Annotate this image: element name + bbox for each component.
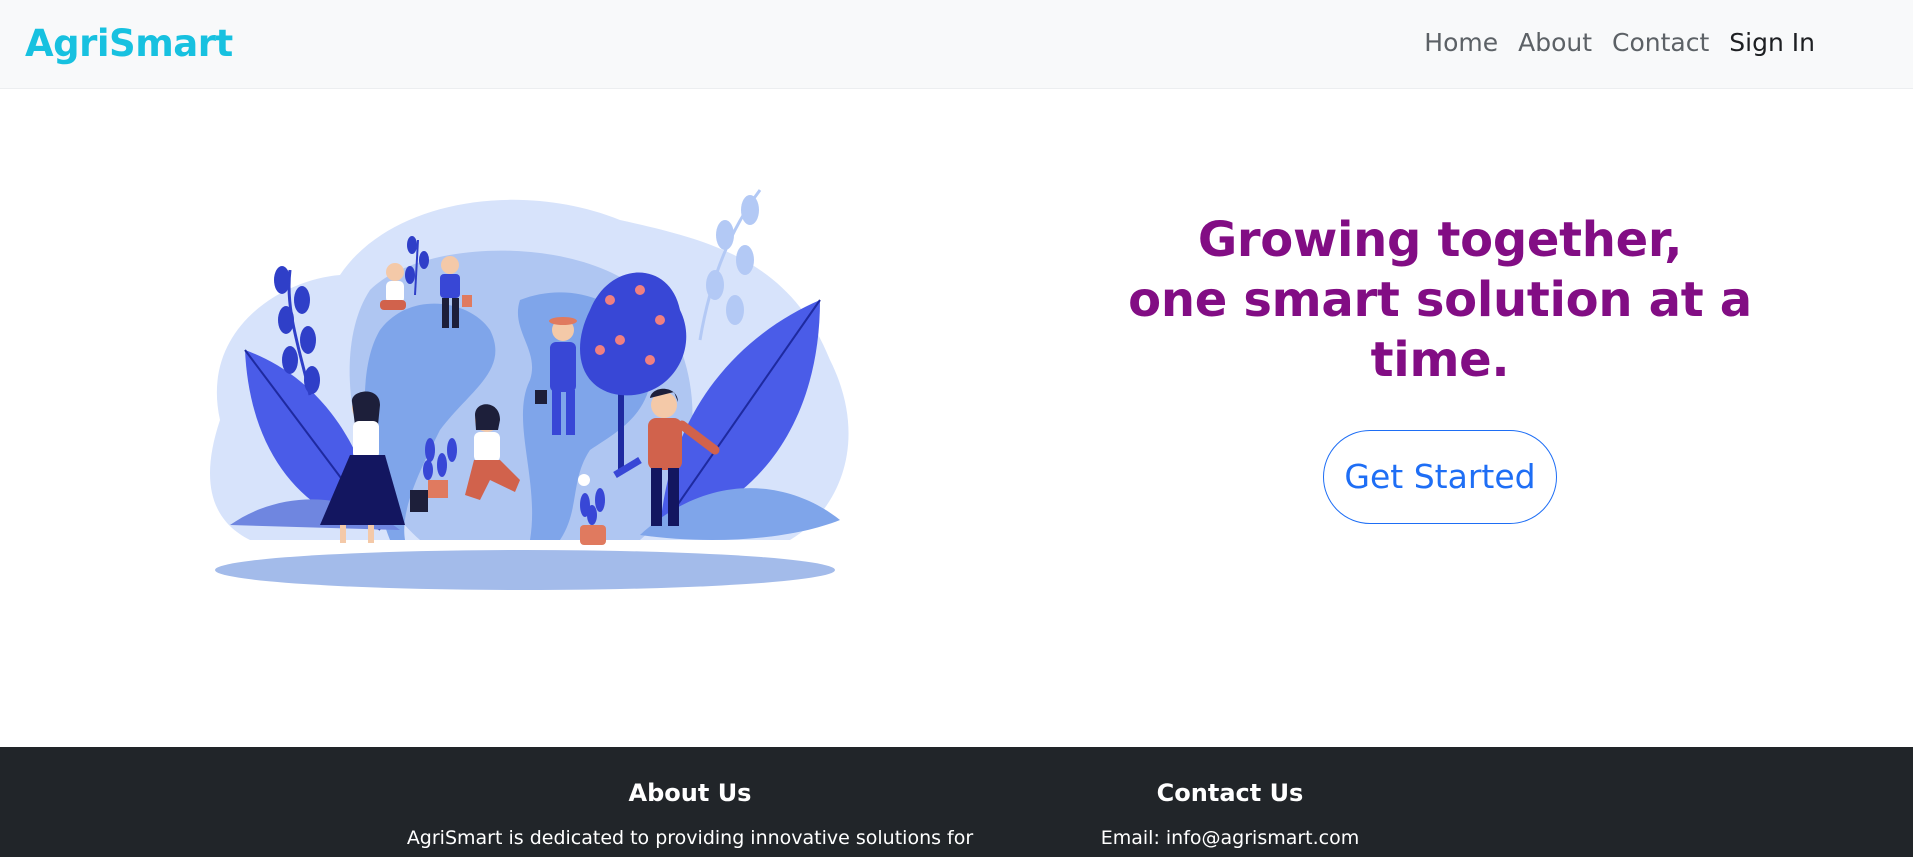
nav-about-link[interactable]: About bbox=[1518, 28, 1592, 57]
footer-contact: Contact Us Email: info@agrismart.com bbox=[1030, 779, 1430, 853]
footer-about: About Us AgriSmart is dedicated to provi… bbox=[400, 779, 980, 853]
brand-logo[interactable]: AgriSmart bbox=[25, 22, 233, 65]
nav-signin-link[interactable]: Sign In bbox=[1729, 28, 1815, 57]
site-footer: About Us AgriSmart is dedicated to provi… bbox=[0, 747, 1913, 857]
get-started-button[interactable]: Get Started bbox=[1323, 430, 1557, 524]
footer-contact-title: Contact Us bbox=[1156, 779, 1304, 807]
nav-home-link[interactable]: Home bbox=[1424, 28, 1498, 57]
ground-shadow bbox=[215, 550, 835, 590]
nav-contact-link[interactable]: Contact bbox=[1612, 28, 1709, 57]
hero-section: Growing together, one smart solution at … bbox=[1090, 210, 1790, 524]
footer-about-text: AgriSmart is dedicated to providing inno… bbox=[406, 827, 974, 849]
footer-about-title: About Us bbox=[628, 779, 752, 807]
hero-headline: Growing together, one smart solution at … bbox=[1090, 210, 1790, 390]
top-navbar: AgriSmart Home About Contact Sign In bbox=[0, 0, 1913, 89]
headline-line-2: one smart solution at a time. bbox=[1128, 272, 1752, 388]
hero-illustration bbox=[210, 189, 849, 590]
headline-line-1: Growing together, bbox=[1197, 212, 1683, 268]
footer-contact-email[interactable]: Email: info@agrismart.com bbox=[1030, 823, 1430, 853]
nav-links: Home About Contact Sign In bbox=[1424, 28, 1815, 57]
